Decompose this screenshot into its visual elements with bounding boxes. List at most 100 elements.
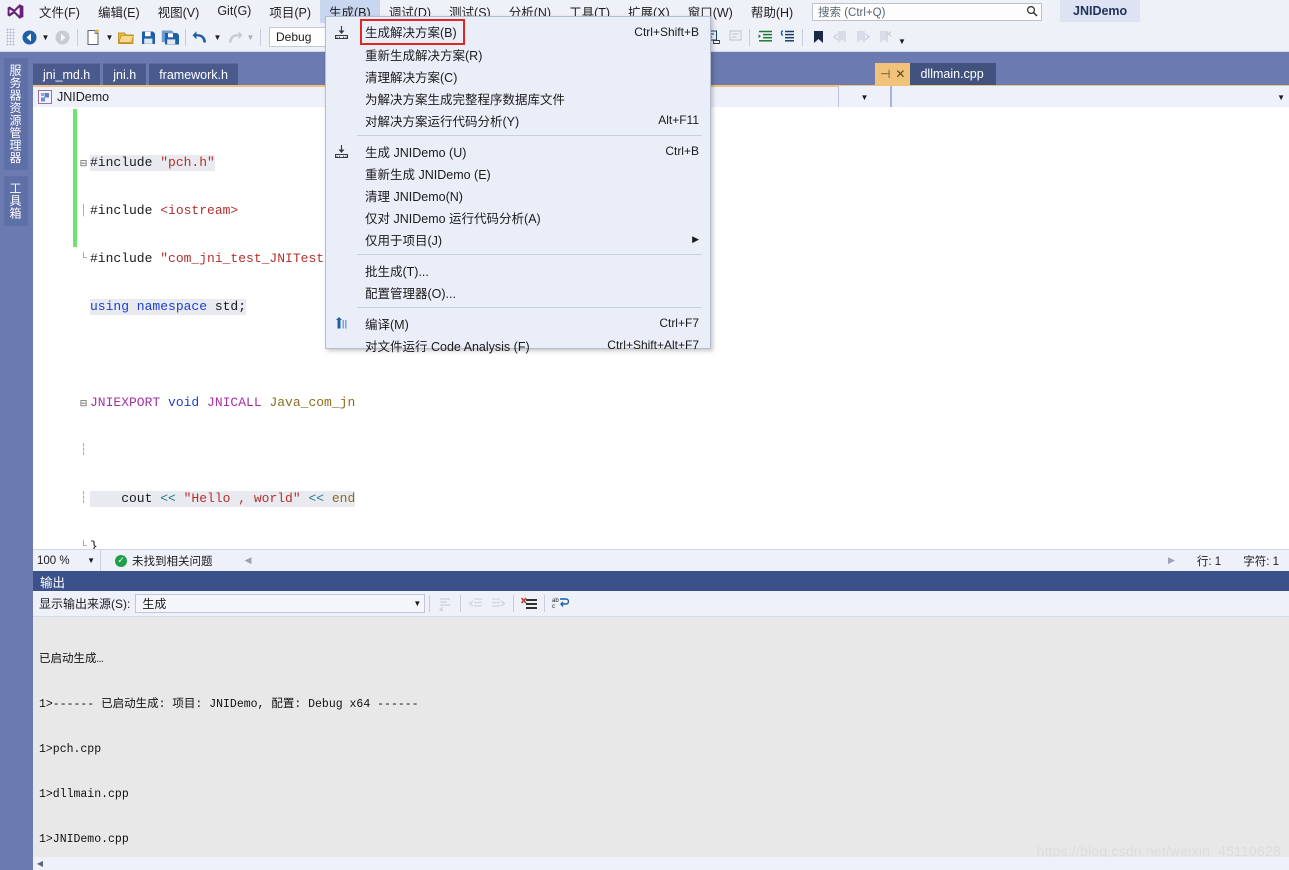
menu-item-label: 生成 JNIDemo (U) [365,145,467,160]
toolbar-grip[interactable] [6,28,15,46]
menu-item-rebuild-project[interactable]: 重新生成 JNIDemo (E) [326,162,710,184]
save-all-icon[interactable] [159,25,181,49]
menu-item-label: 编译(M) [365,317,409,332]
code-line: ┆ [77,443,355,459]
menu-item-label: 重新生成解决方案(R) [365,48,483,63]
fold-collapse-icon[interactable]: ⊟ [77,395,90,411]
zoom-level-select[interactable]: 100 % ▼ [33,549,101,572]
navigate-back-icon[interactable] [18,25,40,49]
menu-item-rebuild-solution[interactable]: 重新生成解决方案(R) [326,43,710,65]
output-text-area[interactable]: 已启动生成… 1>------ 已启动生成: 项目: JNIDemo, 配置: … [33,617,1289,870]
save-icon[interactable] [137,25,159,49]
navigate-forward-icon[interactable] [51,25,73,49]
caret-position-group: ▶ 行: 1 字符: 1 [1168,553,1289,569]
left-dock: 服务器资源管理器 工具箱 [0,52,33,870]
navigate-back-dropdown-icon[interactable]: ▼ [40,25,51,49]
menu-item-label: 生成解决方案(B) [360,19,465,45]
output-panel-title: 输出 [33,571,1289,591]
find-message-in-code-icon[interactable] [434,592,456,616]
menu-edit[interactable]: 编辑(E) [89,0,149,23]
problems-status[interactable]: ✓ 未找到相关问题 [101,553,213,569]
menu-item-run-code-analysis-project[interactable]: 仅对 JNIDemo 运行代码分析(A) [326,206,710,228]
menu-item-clean-solution[interactable]: 清理解决方案(C) [326,65,710,87]
menu-separator-2 [357,254,702,255]
menu-item-clean-project[interactable]: 清理 JNIDemo(N) [326,184,710,206]
menu-item-project-only[interactable]: 仅用于项目(J) ▶ [326,228,710,250]
navbar-member-dropdown-icon[interactable]: ▼ [838,86,890,108]
project-icon [38,90,52,104]
scroll-left-icon[interactable]: ◀ [245,555,252,566]
solution-name-tab[interactable]: JNIDemo [1060,0,1141,22]
code-gutter [33,107,73,549]
menu-item-compile[interactable]: 编译(M) Ctrl+F7 [326,312,710,334]
output-toolbar-separator-4 [544,595,546,612]
clear-output-icon[interactable] [518,592,540,616]
undo-dropdown-icon[interactable]: ▼ [212,25,223,49]
menu-item-label: 仅对 JNIDemo 运行代码分析(A) [365,211,541,226]
search-icon [1025,5,1039,20]
open-file-icon[interactable] [115,25,137,49]
toggle-word-wrap-icon[interactable]: ab c [549,592,571,616]
pin-tab-icon[interactable]: ⊣ [880,68,890,80]
menu-item-generate-full-pdb[interactable]: 为解决方案生成完整程序数据库文件 [326,87,710,109]
clear-bookmarks-icon[interactable] [873,25,895,49]
output-line: 1>------ 已启动生成: 项目: JNIDemo, 配置: Debug x… [39,698,419,711]
fold-rule: │ [80,205,87,217]
scroll-left-arrow-icon[interactable]: ◀ [33,859,47,868]
menu-item-label: 对解决方案运行代码分析(Y) [365,114,520,129]
output-source-select[interactable]: 生成 ▼ [135,594,426,613]
output-line: 1>dllmain.cpp [39,788,129,801]
document-tab-framework-h[interactable]: framework.h [149,63,238,85]
solution-configuration-select[interactable]: Debug [269,27,327,47]
sidebar-item-server-explorer[interactable]: 服务器资源管理器 [4,58,28,170]
navbar-secondary-dropdown-icon[interactable]: ▼ [890,86,1289,108]
close-tab-icon[interactable]: ✕ [895,68,905,80]
fold-collapse-icon[interactable]: ⊟ [77,155,90,171]
sidebar-item-toolbox[interactable]: 工具箱 [4,176,28,226]
editor-status-strip: 100 % ▼ ✓ 未找到相关问题 ◀ ▶ 行: 1 字符: 1 [33,549,1289,572]
document-tab-jni-md-h[interactable]: jni_md.h [33,63,101,85]
increase-indent-icon[interactable] [754,25,776,49]
document-tab-dllmain-cpp[interactable]: dllmain.cpp [910,63,996,85]
menu-view[interactable]: 视图(V) [149,0,209,23]
menu-project[interactable]: 项目(P) [260,0,320,23]
previous-bookmark-icon[interactable] [829,25,851,49]
new-project-icon[interactable] [82,25,104,49]
next-bookmark-icon[interactable] [851,25,873,49]
menu-item-run-code-analysis-solution[interactable]: 对解决方案运行代码分析(Y) Alt+F11 [326,109,710,131]
build-menu-dropdown: 生成解决方案(B) Ctrl+Shift+B 重新生成解决方案(R) 清理解决方… [325,16,711,354]
problems-status-label: 未找到相关问题 [132,555,213,568]
menu-item-batch-build[interactable]: 批生成(T)... [326,259,710,281]
toolbar-separator-4 [749,28,750,46]
menu-help[interactable]: 帮助(H) [742,0,802,23]
search-input[interactable]: 搜索 (Ctrl+Q) [812,3,1042,21]
toolbar-overflow-icon[interactable]: ▼ [895,25,909,49]
document-tab-label: jni.h [113,67,137,82]
menu-file[interactable]: 文件(F) [30,0,89,23]
new-project-dropdown-icon[interactable]: ▼ [104,25,115,49]
decrease-indent-icon[interactable] [776,25,798,49]
toggle-bookmark-icon[interactable] [807,25,829,49]
menu-item-build-solution[interactable]: 生成解决方案(B) Ctrl+Shift+B [326,19,710,45]
redo-icon[interactable] [223,25,245,49]
menu-item-shortcut: Ctrl+Shift+B [634,25,699,39]
document-tab-jni-h[interactable]: jni.h [103,63,147,85]
go-to-previous-message-icon[interactable] [465,592,487,616]
menu-git[interactable]: Git(G) [208,0,260,23]
toolbar-separator [77,28,78,46]
redo-dropdown-icon[interactable]: ▼ [245,25,256,49]
chevron-down-icon: ▼ [413,599,422,608]
menu-item-run-code-analysis-file[interactable]: 对文件运行 Code Analysis (F) Ctrl+Shift+Alt+F… [326,334,710,356]
undo-icon[interactable] [190,25,212,49]
tab-window-controls: ⊣ ✕ [874,63,911,85]
menu-item-label: 为解决方案生成完整程序数据库文件 [365,92,566,107]
menu-item-configuration-manager[interactable]: 配置管理器(O)... [326,281,710,303]
uncomment-selection-icon[interactable] [723,25,745,49]
go-to-next-message-icon[interactable] [487,592,509,616]
fold-rule [77,299,90,315]
output-source-value: 生成 [142,597,167,611]
scroll-right-icon[interactable]: ▶ [1168,555,1175,566]
menu-item-build-project[interactable]: 生成 JNIDemo (U) Ctrl+B [326,140,710,162]
horizontal-scrollbar[interactable]: ◀ [33,857,1289,870]
char-number-label: 字符: 1 [1243,555,1279,568]
